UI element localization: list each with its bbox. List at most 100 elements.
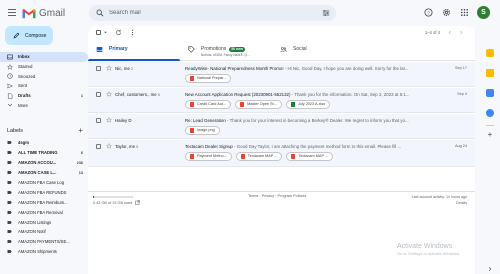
row-checkbox[interactable]: [96, 144, 101, 149]
search-input[interactable]: [109, 8, 309, 18]
label-item[interactable]: AMAZON FBA Case Log: [0, 178, 88, 188]
row-checkbox[interactable]: [96, 118, 101, 123]
attachment-chip[interactable]: Payment Metho...: [185, 152, 232, 161]
email-subject: Tectacam Dealer Signup: [185, 143, 233, 149]
pdf-icon: [190, 102, 194, 107]
star-icon[interactable]: [106, 143, 112, 149]
tab-promotions[interactable]: Promotions 50 new Nothos, 4SGM, Fancy Na…: [180, 41, 272, 61]
main-menu-button[interactable]: [6, 7, 17, 18]
compose-button[interactable]: Compose: [5, 26, 53, 45]
label-item[interactable]: AMAZON CASE L... 13: [0, 168, 88, 178]
email-date: Sep 17: [454, 65, 467, 70]
gmail-logo[interactable]: Gmail: [22, 7, 65, 19]
label-name: AMAZON FBA Case Log: [18, 180, 65, 185]
label-item[interactable]: AMAZON FBA Reimburs...: [0, 197, 88, 207]
attachment-chip[interactable]: Master Open St...: [235, 100, 282, 109]
label-item[interactable]: 4sgm: [0, 138, 88, 148]
keep-icon[interactable]: [486, 69, 494, 77]
sidebar-item-snoozed[interactable]: Snoozed: [0, 71, 88, 81]
sidebar-item-inbox[interactable]: Inbox: [0, 52, 88, 62]
label-item[interactable]: AMAZON Shipments: [0, 247, 88, 257]
calendar-icon[interactable]: [486, 49, 494, 57]
attachment-chip[interactable]: image.png: [185, 126, 220, 135]
labels-header: Labels +: [7, 126, 83, 135]
sidebar-item-label: Drafts: [18, 93, 31, 99]
email-sender: Nic, me 2: [115, 66, 133, 71]
search-options-icon[interactable]: [322, 9, 330, 17]
attachment-chip[interactable]: July 2023 A.xlsx: [285, 100, 331, 109]
search-bar[interactable]: [89, 5, 336, 21]
chevron-left-icon[interactable]: [447, 29, 453, 36]
email-row[interactable]: Hailey D Re: Lead Generation - Thank you…: [88, 114, 475, 139]
attachment-name: Tectacam MAP ...: [247, 154, 278, 159]
row-checkbox[interactable]: [96, 92, 101, 97]
get-addons-icon[interactable]: +: [486, 130, 494, 139]
attachment-chip[interactable]: National Prepar...: [185, 74, 232, 83]
star-icon: [7, 63, 13, 70]
sidebar-item-drafts[interactable]: Drafts 1: [0, 91, 88, 101]
add-label-icon[interactable]: +: [78, 126, 83, 135]
attachment-name: Payment Metho...: [197, 154, 227, 159]
refresh-icon[interactable]: [115, 29, 122, 36]
chevron-right-icon[interactable]: [486, 266, 494, 272]
account-avatar[interactable]: S: [477, 6, 490, 19]
attachment-chip[interactable]: Tectacam MAP ...: [235, 152, 283, 161]
open-in-new-icon[interactable]: [135, 200, 141, 205]
contacts-icon[interactable]: [486, 109, 494, 117]
star-icon[interactable]: [106, 117, 112, 123]
new-count-badge: 50 new: [229, 46, 245, 52]
sender-names: Nic, me: [115, 65, 130, 71]
chevron-right-icon[interactable]: [458, 29, 464, 36]
attachment-chip[interactable]: Tectacam MAP ...: [286, 152, 334, 161]
label-item[interactable]: AMAZON FBA REFUNDS: [0, 187, 88, 197]
label-count: 236: [76, 160, 83, 165]
details-link[interactable]: Details: [412, 200, 467, 206]
windows-activation-watermark: Activate Windows Go to Settings to activ…: [397, 243, 460, 256]
email-date: Sep 4: [457, 91, 467, 96]
chevron-down-icon: [7, 102, 13, 108]
label-item[interactable]: AMAZON Notif: [0, 227, 88, 237]
apps-grid-icon[interactable]: [459, 7, 470, 18]
search-icon[interactable]: [96, 9, 104, 17]
tab-primary[interactable]: Primary: [88, 41, 180, 61]
email-row[interactable]: Nic, me 2 ReadyWise- National Preparedne…: [88, 62, 475, 87]
star-icon[interactable]: [106, 91, 112, 97]
rail-divider: [486, 125, 494, 126]
sidebar-item-more[interactable]: More: [0, 100, 88, 110]
label-item[interactable]: AMAZON Listings: [0, 217, 88, 227]
tab-social[interactable]: Social: [272, 41, 364, 61]
sidebar-item-starred[interactable]: Starred: [0, 62, 88, 72]
header-actions: ? S: [423, 6, 490, 19]
star-icon[interactable]: [106, 65, 112, 71]
label-item[interactable]: ALL TIME TRADING 6: [0, 148, 88, 158]
watermark-title: Activate Windows: [397, 243, 453, 250]
sidebar-item-sent[interactable]: Sent: [0, 81, 88, 91]
label-item[interactable]: AMAZON PAYMENTS/SE...: [0, 237, 88, 247]
email-sender: Chef, customers., me 5: [115, 92, 160, 97]
footer-links[interactable]: Terms · Privacy · Program Policies: [248, 194, 306, 198]
thread-count: 5: [157, 92, 160, 97]
select-all-checkbox[interactable]: [96, 30, 101, 35]
sidebar-item-label: Snoozed: [18, 73, 36, 79]
email-row[interactable]: Chef, customers., me 5 New Account Appli…: [88, 88, 475, 113]
people-icon: [280, 46, 287, 53]
sidebar-item-label: Inbox: [18, 54, 30, 60]
label-name: AMAZON FBA Reimburs...: [18, 199, 68, 205]
compose-label: Compose: [25, 32, 47, 39]
label-name: AMAZON Shipments: [18, 249, 57, 255]
label-item[interactable]: AMAZON FBA Removal: [0, 207, 88, 217]
email-row[interactable]: Taylor, me 5 Tectacam Dealer Signup - Go…: [88, 140, 475, 167]
storage-usage-fill: [93, 196, 95, 198]
attachment-name: Tectacam MAP ...: [298, 154, 329, 159]
select-caret-icon[interactable]: [103, 30, 108, 35]
row-checkbox[interactable]: [96, 66, 101, 71]
app-name: Gmail: [39, 7, 66, 19]
attachment-chip[interactable]: Credit Card Aut...: [185, 100, 232, 109]
settings-gear-icon[interactable]: [441, 7, 452, 18]
help-icon[interactable]: ?: [423, 7, 434, 18]
email-snippet: - Thank you for your interest in becomin…: [225, 117, 409, 123]
label-item[interactable]: AMAZON ACCOU... 236: [0, 158, 88, 168]
tasks-icon[interactable]: [486, 89, 494, 97]
more-vert-icon[interactable]: [129, 29, 136, 36]
top-bar: Gmail ? S: [0, 0, 500, 26]
